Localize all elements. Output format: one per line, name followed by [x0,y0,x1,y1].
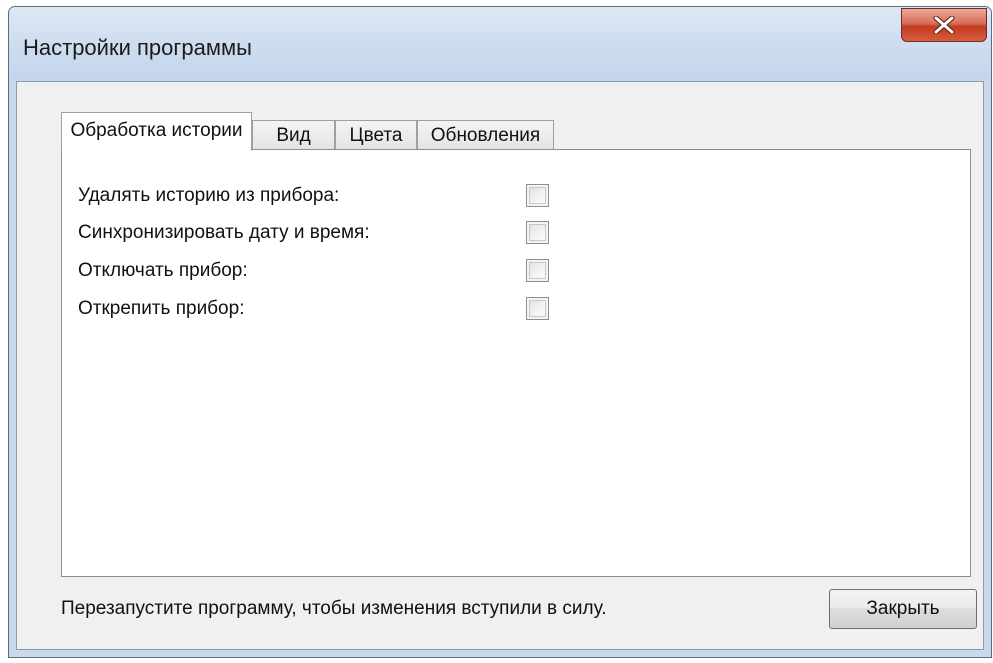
tab-panel-history-processing: Удалять историю из прибора: Синхронизиро… [61,149,971,577]
title-bar[interactable]: Настройки программы [9,7,991,81]
option-label: Отключать прибор: [78,260,248,281]
tab-label: Обработка истории [70,120,243,141]
dialog-body: Обработка истории Вид Цвета Обновления У… [16,81,984,650]
option-row-detach-device: Открепить прибор: [78,296,578,326]
tab-view[interactable]: Вид [252,120,335,150]
window-title: Настройки программы [23,35,252,60]
tab-label: Цвета [349,125,403,146]
option-label: Открепить прибор: [78,298,245,319]
close-button[interactable]: Закрыть [829,589,977,629]
close-icon [933,16,955,34]
option-row-disconnect-device: Отключать прибор: [78,258,578,288]
disconnect-device-checkbox[interactable] [526,259,549,282]
window-close-button[interactable] [901,8,987,42]
option-label: Удалять историю из прибора: [78,185,340,206]
restart-notice: Перезапустите программу, чтобы изменения… [61,598,607,619]
delete-history-checkbox[interactable] [526,184,549,207]
tab-updates[interactable]: Обновления [417,120,554,150]
tab-colors[interactable]: Цвета [335,120,417,150]
option-row-sync-datetime: Синхронизировать дату и время: [78,220,578,250]
settings-window: Настройки программы Обработка истории Ви… [8,6,992,658]
tab-label: Вид [276,125,311,146]
detach-device-checkbox[interactable] [526,297,549,320]
option-row-delete-history: Удалять историю из прибора: [78,183,578,213]
tab-label: Обновления [430,125,541,146]
sync-datetime-checkbox[interactable] [526,221,549,244]
option-label: Синхронизировать дату и время: [78,222,370,243]
tab-history-processing[interactable]: Обработка истории [61,112,252,151]
